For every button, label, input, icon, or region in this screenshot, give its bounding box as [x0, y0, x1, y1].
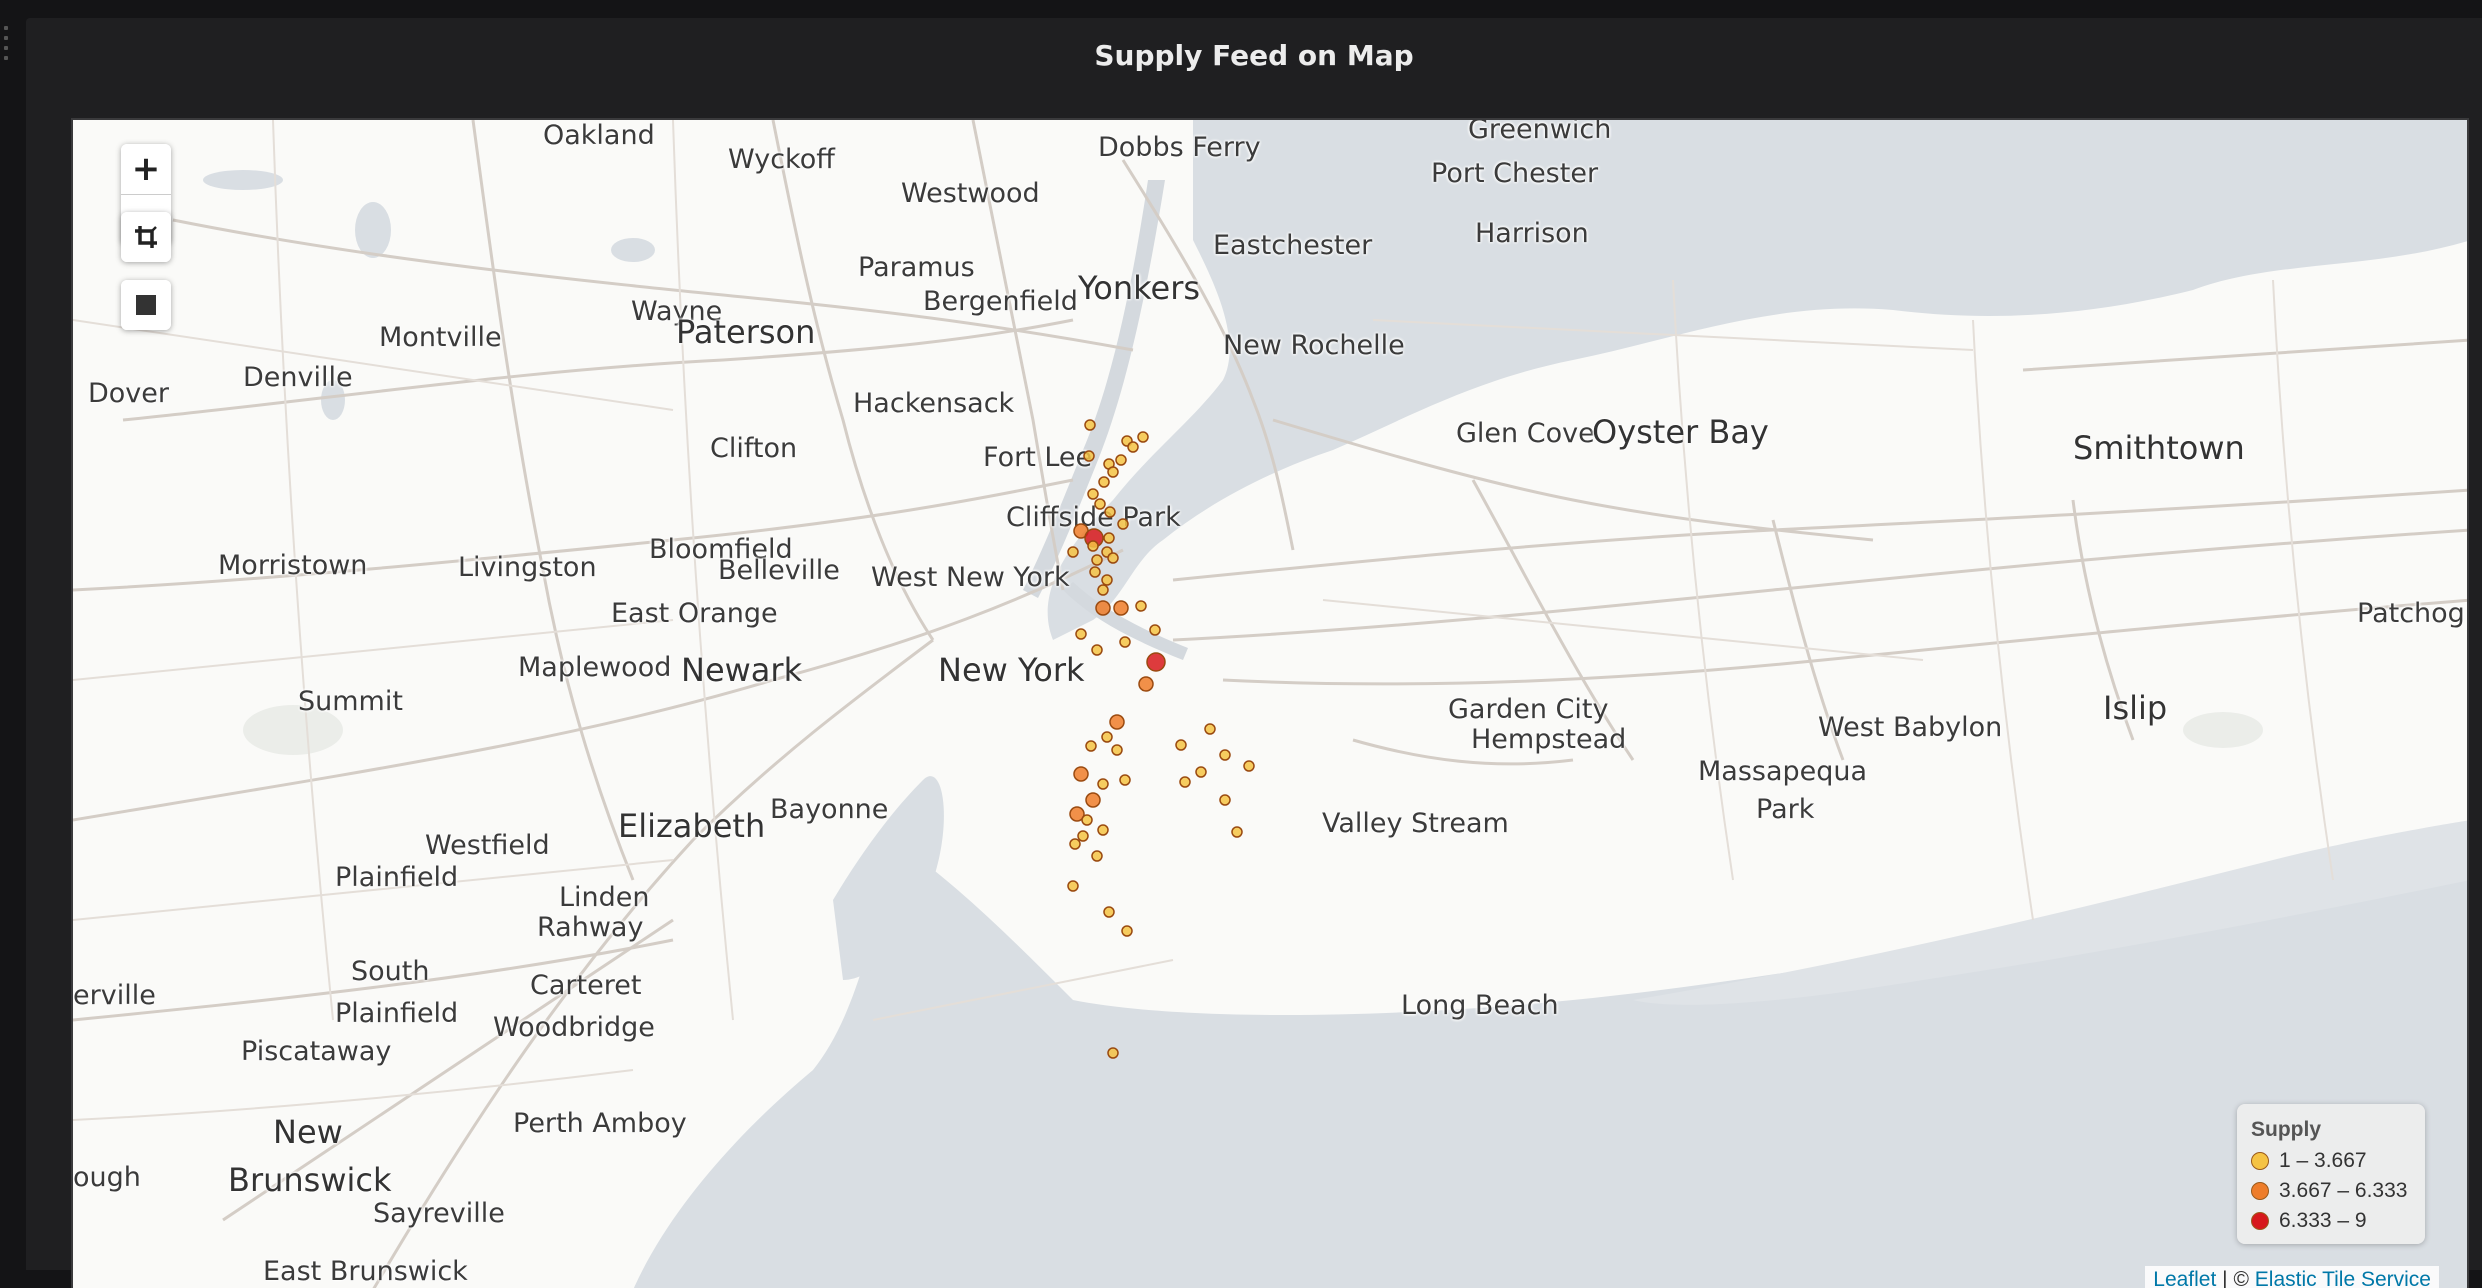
map-viewport[interactable]: Oakland Wyckoff Dobbs Ferry Greenwich Westwo… — [71, 118, 2469, 1288]
panel-title: Supply Feed on Map — [1094, 39, 1414, 72]
supply-point-marker[interactable] — [1097, 778, 1109, 790]
supply-point-marker[interactable] — [1081, 814, 1093, 826]
supply-point-marker[interactable] — [1087, 540, 1099, 552]
supply-point-marker[interactable] — [1103, 532, 1115, 544]
supply-point-marker[interactable] — [1219, 794, 1231, 806]
supply-point-marker[interactable] — [1077, 830, 1089, 842]
supply-point-marker[interactable] — [1149, 624, 1161, 636]
legend-item: 1 – 3.667 — [2251, 1146, 2425, 1176]
draw-rect-control — [121, 280, 171, 330]
supply-point-marker[interactable] — [1085, 740, 1097, 752]
supply-point-marker[interactable] — [1107, 1047, 1119, 1059]
legend-label: 1 – 3.667 — [2279, 1149, 2367, 1172]
leaflet-link[interactable]: Leaflet — [2153, 1268, 2216, 1288]
supply-point-marker[interactable] — [1097, 584, 1109, 596]
supply-point-marker[interactable] — [1179, 776, 1191, 788]
supply-point-marker[interactable] — [1091, 554, 1103, 566]
map-legend: Supply 1 – 3.667 3.667 – 6.333 6.333 – 9 — [2237, 1104, 2425, 1244]
supply-point-marker[interactable] — [1119, 636, 1131, 648]
supply-point-marker[interactable] — [1127, 441, 1139, 453]
legend-swatch-high — [2251, 1212, 2269, 1230]
supply-point-marker[interactable] — [1073, 766, 1089, 782]
legend-label: 3.667 – 6.333 — [2279, 1179, 2408, 1202]
supply-point-marker[interactable] — [1135, 600, 1147, 612]
draw-rectangle-button[interactable] — [121, 280, 171, 330]
supply-point-marker[interactable] — [1101, 731, 1113, 743]
supply-point-marker[interactable] — [1067, 880, 1079, 892]
supply-point-marker[interactable] — [1067, 546, 1079, 558]
supply-point-marker[interactable] — [1103, 906, 1115, 918]
supply-point-marker[interactable] — [1204, 723, 1216, 735]
map-panel: Supply Feed on Map Oakland Wyckoff Dobbs… — [26, 18, 2482, 1288]
legend-label: 6.333 – 9 — [2279, 1209, 2367, 1232]
legend-title: Supply — [2251, 1118, 2322, 1141]
supply-point-marker[interactable] — [1231, 826, 1243, 838]
supply-point-marker[interactable] — [1107, 466, 1119, 478]
supply-point-marker[interactable] — [1219, 749, 1231, 761]
zoom-in-button[interactable]: + — [121, 144, 171, 194]
supply-point-marker[interactable] — [1243, 760, 1255, 772]
supply-point-marker[interactable] — [1175, 739, 1187, 751]
panel-drag-handle[interactable] — [4, 26, 14, 62]
supply-point-marker[interactable] — [1095, 600, 1111, 616]
square-icon — [136, 295, 156, 315]
legend-item: 3.667 – 6.333 — [2251, 1176, 2425, 1206]
supply-point-marker[interactable] — [1091, 644, 1103, 656]
legend-item: 6.333 – 9 — [2251, 1206, 2425, 1236]
supply-point-marker[interactable] — [1075, 628, 1087, 640]
supply-point-marker[interactable] — [1098, 476, 1110, 488]
supply-point-marker[interactable] — [1137, 431, 1149, 443]
supply-point-marker[interactable] — [1083, 450, 1095, 462]
map-attribution: Leaflet | © Elastic Tile Service — [2145, 1266, 2439, 1288]
supply-point-marker[interactable] — [1069, 838, 1081, 850]
supply-point-marker[interactable] — [1115, 454, 1127, 466]
supply-point-marker[interactable] — [1113, 600, 1129, 616]
supply-point-marker[interactable] — [1097, 824, 1109, 836]
supply-point-marker[interactable] — [1109, 714, 1125, 730]
supply-point-marker[interactable] — [1104, 506, 1116, 518]
attribution-separator: | © — [2216, 1268, 2255, 1288]
supply-point-marker[interactable] — [1084, 419, 1096, 431]
tile-service-link[interactable]: Elastic Tile Service — [2255, 1268, 2431, 1288]
supply-point-marker[interactable] — [1087, 488, 1099, 500]
supply-point-marker[interactable] — [1101, 574, 1113, 586]
supply-point-marker[interactable] — [1089, 566, 1101, 578]
crop-button[interactable] — [121, 212, 171, 262]
supply-point-marker[interactable] — [1094, 498, 1106, 510]
legend-swatch-mid — [2251, 1182, 2269, 1200]
supply-point-marker[interactable] — [1107, 552, 1119, 564]
legend-swatch-low — [2251, 1152, 2269, 1170]
supply-point-marker[interactable] — [1117, 518, 1129, 530]
supply-point-marker[interactable] — [1146, 652, 1166, 672]
supply-point-marker[interactable] — [1111, 744, 1123, 756]
fit-bounds-control — [121, 212, 171, 262]
supply-points-layer — [1067, 419, 1255, 1059]
supply-point-marker[interactable] — [1121, 925, 1133, 937]
crop-icon — [135, 226, 157, 248]
supply-point-marker[interactable] — [1138, 676, 1154, 692]
supply-point-marker[interactable] — [1085, 792, 1101, 808]
supply-point-marker[interactable] — [1091, 850, 1103, 862]
supply-point-marker[interactable] — [1119, 774, 1131, 786]
supply-point-marker[interactable] — [1195, 766, 1207, 778]
